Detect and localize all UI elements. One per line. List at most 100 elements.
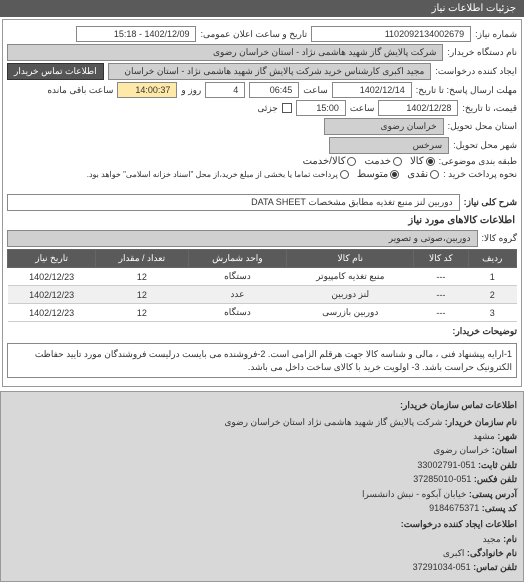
table-cell: 1 — [468, 268, 517, 286]
delivery-province-label: استان محل تحویل: — [448, 121, 517, 132]
radio-icon — [390, 170, 399, 179]
table-cell: منبع تغذیه کامپیوتر — [287, 268, 414, 286]
price-until-time-label: ساعت — [350, 103, 375, 114]
contact-info-button[interactable]: اطلاعات تماس خریدار — [7, 63, 104, 80]
contact-post: 9184675371 — [429, 503, 479, 513]
partial-checkbox[interactable] — [282, 103, 292, 113]
pub-date-label: تاریخ و ساعت اعلان عمومی: — [200, 29, 307, 40]
remain-time-label: ساعت باقی مانده — [47, 85, 113, 96]
table-cell: عدد — [188, 286, 287, 304]
table-cell: 12 — [96, 268, 188, 286]
main-form: شماره نیاز: 1102092134002679 تاریخ و ساع… — [2, 19, 522, 387]
creator-title: اطلاعات ایجاد کننده درخواست: — [7, 517, 517, 531]
table-cell: دستگاه — [188, 268, 287, 286]
table-cell: 1402/12/23 — [8, 304, 96, 322]
table-header: نام کالا — [287, 250, 414, 268]
budget-opt-2-label: کالا/خدمت — [303, 156, 346, 167]
budget-opt-1-label: خدمت — [364, 156, 391, 167]
radio-icon — [430, 170, 439, 179]
table-header: ردیف — [468, 250, 517, 268]
deadline-date-field: 1402/12/14 — [332, 82, 412, 98]
pay-opt-0-label: نقدی — [407, 169, 428, 180]
contact-province-label: استان: — [492, 445, 517, 455]
contact-addr-label: آدرس پستی: — [469, 489, 517, 499]
table-cell: 1402/12/23 — [8, 286, 96, 304]
goods-group-label: گروه کالا: — [482, 233, 517, 244]
pay-opt-2[interactable]: پرداخت تماما یا بخشی از مبلغ خرید،از محل… — [87, 170, 349, 179]
req-no-field: 1102092134002679 — [311, 26, 471, 42]
radio-icon — [393, 157, 402, 166]
desc-label: شرح کلی نیاز: — [464, 197, 517, 208]
table-cell: 3 — [468, 304, 517, 322]
pay-opt-2-label: پرداخت تماما یا بخشی از مبلغ خرید،از محل… — [87, 170, 338, 179]
pay-radio-group: نقدی متوسط پرداخت تماما یا بخشی از مبلغ … — [87, 169, 439, 180]
budget-opt-0[interactable]: کالا — [410, 156, 435, 167]
table-header: تاریخ نیاز — [8, 250, 96, 268]
table-cell: 12 — [96, 286, 188, 304]
contact-addr: خیابان آبکوه - نبش دانشسرا — [362, 489, 466, 499]
contact-cphone: 051-37291034 — [413, 562, 471, 572]
contact-phone: 051-33002791 — [417, 460, 475, 470]
table-header: کد کالا — [414, 250, 468, 268]
contact-city-label: شهر: — [497, 431, 517, 441]
remain-days-field: 4 — [205, 82, 245, 98]
req-no-label: شماره نیاز: — [475, 29, 517, 40]
contact-name-label: نام: — [503, 534, 517, 544]
table-cell: 12 — [96, 304, 188, 322]
pay-label: نحوه پرداخت خرید : — [443, 169, 517, 180]
table-cell: 1402/12/23 — [8, 268, 96, 286]
pub-date-field: 1402/12/09 - 15:18 — [76, 26, 196, 42]
contact-fax: 051-37285010 — [413, 474, 471, 484]
table-cell: --- — [414, 268, 468, 286]
contact-title: اطلاعات تماس سازمان خریدار: — [7, 398, 517, 412]
contact-name: مجید — [483, 534, 501, 544]
contact-lname: اکبری — [443, 548, 465, 558]
table-cell: لنز دوربین — [287, 286, 414, 304]
buyer-notes-label: توضیحات خریدار: — [452, 326, 517, 337]
table-header: واحد شمارش — [188, 250, 287, 268]
remain-days-label: روز و — [181, 85, 201, 96]
table-cell: 2 — [468, 286, 517, 304]
budget-opt-0-label: کالا — [410, 156, 424, 167]
contact-city: مشهد — [473, 431, 495, 441]
budget-opt-2[interactable]: کالا/خدمت — [303, 156, 357, 167]
pay-opt-0[interactable]: نقدی — [407, 169, 439, 180]
radio-icon — [426, 157, 435, 166]
contact-org: شرکت پالایش گاز شهید هاشمی نژاد استان خر… — [224, 417, 442, 427]
requester-label: ایجاد کننده درخواست: — [435, 66, 517, 77]
delivery-province-field: خراسان رضوی — [324, 118, 444, 135]
desc-field: دوربین لنز منبع تغذیه مطابق مشخصات DATA … — [7, 194, 460, 211]
price-until-label: قیمت، تا تاریخ: — [462, 103, 517, 114]
table-cell: دستگاه — [188, 304, 287, 322]
radio-icon — [347, 157, 356, 166]
price-until-time-field: 15:00 — [296, 100, 346, 116]
contact-lname-label: نام خانوادگی: — [467, 548, 517, 558]
deadline-label: مهلت ارسال پاسخ: تا تاریخ: — [416, 85, 517, 96]
deadline-time-field: 06:45 — [249, 82, 299, 98]
remain-time-field: 14:00:37 — [117, 82, 177, 98]
goods-table: ردیفکد کالانام کالاواحد شمارشتعداد / مقد… — [7, 249, 517, 322]
contact-section: اطلاعات تماس سازمان خریدار: نام سازمان خ… — [0, 391, 524, 582]
table-row: 2---لنز دوربینعدد121402/12/23 — [8, 286, 517, 304]
contact-province: خراسان رضوی — [433, 445, 489, 455]
table-cell: دوربین بازرسی — [287, 304, 414, 322]
table-row: 1---منبع تغذیه کامپیوتردستگاه121402/12/2… — [8, 268, 517, 286]
pay-opt-1[interactable]: متوسط — [357, 169, 399, 180]
budget-label: طبقه بندی موضوعی: — [439, 156, 517, 167]
contact-cphone-label: تلفن تماس: — [473, 562, 517, 572]
buyer-field: شرکت پالایش گاز شهید هاشمی نژاد - استان … — [7, 44, 443, 61]
buyer-notes-field: 1-ارایه پیشنهاد فنی ، مالی و شناسه کالا … — [7, 343, 517, 378]
deadline-time-label: ساعت — [303, 85, 328, 96]
page-header: جزئیات اطلاعات نیاز — [0, 0, 524, 17]
partial-label: جزئی — [257, 103, 278, 114]
contact-post-label: کد پستی: — [482, 503, 517, 513]
contact-org-label: نام سازمان خریدار: — [445, 417, 517, 427]
radio-icon — [340, 170, 349, 179]
delivery-city-label: شهر محل تحویل: — [453, 140, 517, 151]
budget-opt-1[interactable]: خدمت — [364, 156, 402, 167]
budget-radio-group: کالا خدمت کالا/خدمت — [303, 156, 435, 167]
table-cell: --- — [414, 286, 468, 304]
delivery-city-field: سرخس — [329, 137, 449, 154]
pay-opt-1-label: متوسط — [357, 169, 388, 180]
table-row: 3---دوربین بازرسیدستگاه121402/12/23 — [8, 304, 517, 322]
